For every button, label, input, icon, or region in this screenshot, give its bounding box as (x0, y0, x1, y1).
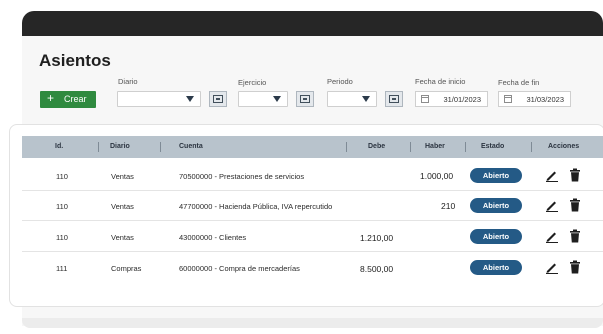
cell-cuenta: 47700000 - Hacienda Pública, IVA repercu… (179, 202, 333, 211)
header-diario: Diario (110, 143, 130, 150)
page-title: Asientos (39, 51, 111, 70)
periodo-label: Periodo (327, 77, 353, 86)
diario-select[interactable] (117, 91, 201, 107)
chevron-down-icon (362, 96, 370, 102)
cell-diario: Ventas (111, 233, 134, 242)
edit-icon[interactable] (545, 168, 559, 182)
edit-icon[interactable] (545, 229, 559, 243)
delete-icon[interactable] (569, 168, 581, 182)
cell-id: 111 (56, 264, 68, 273)
header-divider (531, 142, 532, 152)
plus-icon: + (47, 91, 55, 105)
cell-diario: Ventas (111, 202, 134, 211)
cell-diario: Compras (111, 264, 142, 273)
header-debe: Debe (368, 143, 386, 150)
ejercicio-select[interactable] (238, 91, 288, 107)
calendar-icon (504, 95, 512, 103)
header-divider (160, 142, 161, 152)
lookup-icon (389, 95, 399, 103)
cell-cuenta: 70500000 - Prestaciones de servicios (179, 172, 305, 181)
header-divider (346, 142, 347, 152)
status-badge[interactable]: Abierto (470, 198, 522, 213)
cell-cuenta: 43000000 - Clientes (179, 233, 247, 242)
lookup-icon (300, 95, 310, 103)
cell-diario: Ventas (111, 172, 134, 181)
fecha-inicio-value: 31/01/2023 (443, 95, 481, 104)
ejercicio-label: Ejercicio (238, 78, 267, 87)
header-acciones: Acciones (548, 143, 580, 150)
calendar-icon (421, 95, 429, 103)
edit-icon[interactable] (545, 198, 559, 212)
fecha-fin-field[interactable]: 31/03/2023 (498, 91, 571, 107)
cell-haber: 1.000,00 (420, 171, 454, 181)
header-divider (410, 142, 411, 152)
delete-icon[interactable] (569, 198, 581, 212)
header-estado: Estado (481, 143, 505, 150)
cell-haber: 210 (441, 201, 456, 211)
periodo-select[interactable] (327, 91, 377, 107)
cell-cuenta: 60000000 - Compra de mercaderías (179, 264, 300, 273)
cell-debe: 8.500,00 (360, 264, 394, 274)
header-divider (465, 142, 466, 152)
edit-icon[interactable] (545, 260, 559, 274)
chevron-down-icon (273, 96, 281, 102)
delete-icon[interactable] (569, 229, 581, 243)
ejercicio-lookup-button[interactable] (296, 91, 314, 107)
periodo-lookup-button[interactable] (385, 91, 403, 107)
create-button-label: Crear (64, 94, 87, 104)
fecha-inicio-field[interactable]: 31/01/2023 (415, 91, 488, 107)
status-badge[interactable]: Abierto (470, 260, 522, 275)
lookup-icon (213, 95, 223, 103)
cell-id: 110 (56, 202, 68, 211)
fecha-fin-value: 31/03/2023 (526, 95, 564, 104)
header-divider (98, 142, 99, 152)
header-cuenta: Cuenta (179, 143, 203, 150)
status-badge[interactable]: Abierto (470, 168, 522, 183)
chevron-down-icon (186, 96, 194, 102)
cell-id: 110 (56, 172, 68, 181)
delete-icon[interactable] (569, 260, 581, 274)
panel-shadow (22, 318, 603, 328)
fecha-fin-label: Fecha de fin (498, 78, 540, 87)
create-button[interactable]: + Crear (40, 91, 96, 108)
header-id: Id. (55, 143, 64, 150)
status-badge[interactable]: Abierto (470, 229, 522, 244)
app-window: Asientos + Crear Diario Ejercicio Period… (0, 0, 603, 334)
cell-id: 110 (56, 233, 68, 242)
diario-label: Diario (118, 77, 138, 86)
header-haber: Haber (425, 143, 445, 150)
cell-debe: 1.210,00 (360, 233, 394, 243)
diario-lookup-button[interactable] (209, 91, 227, 107)
fecha-inicio-label: Fecha de inicio (415, 77, 466, 86)
window-titlebar (22, 11, 603, 37)
